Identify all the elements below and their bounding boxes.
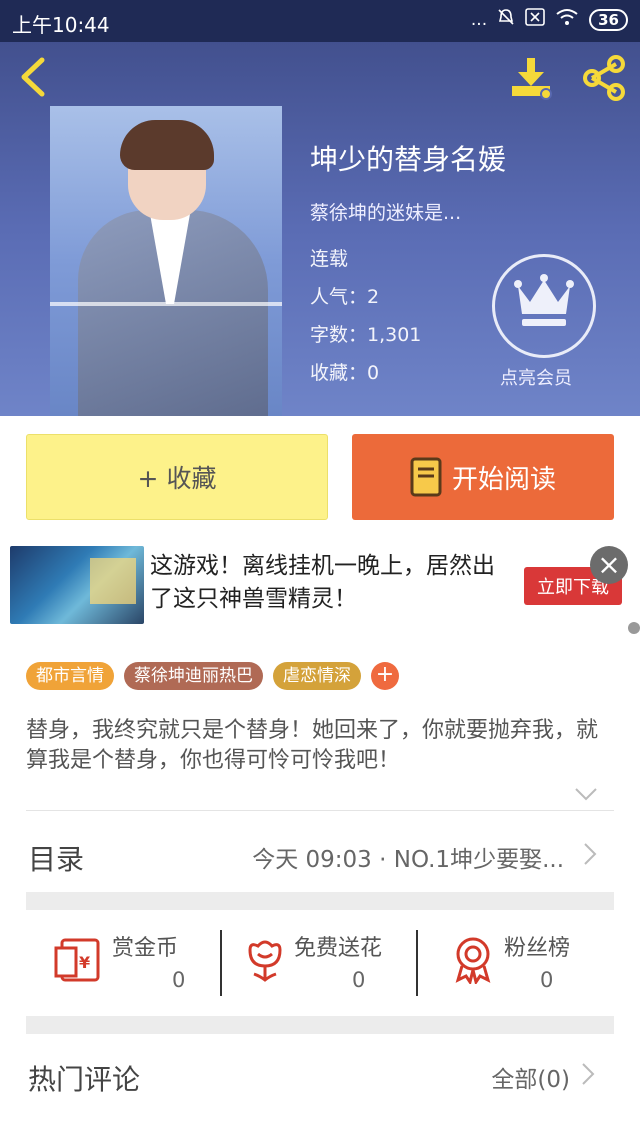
reward-coins-button[interactable]: ¥ 赏金币 0 — [54, 924, 224, 1000]
fan-ranking-count: 0 — [540, 968, 554, 992]
share-icon — [583, 55, 625, 101]
add-tag-button[interactable]: + — [371, 662, 399, 690]
download-button[interactable] — [510, 56, 556, 100]
book-title: 坤少的替身名媛 — [310, 143, 507, 176]
red-envelope-icon: ¥ — [54, 938, 100, 982]
battery-icon: 36 — [589, 8, 628, 31]
chevron-down-icon[interactable] — [574, 786, 598, 802]
back-button[interactable] — [14, 56, 54, 98]
vip-label: 点亮会员 — [500, 368, 572, 389]
reward-coins-label: 赏金币 — [112, 936, 179, 961]
status-bar: 上午10:44 ... 36 — [0, 0, 640, 42]
free-flower-count: 0 — [352, 968, 366, 992]
ad-image — [10, 546, 144, 624]
tag-item[interactable]: 蔡徐坤迪丽热巴 — [124, 662, 263, 690]
book-icon — [410, 457, 442, 497]
reward-coins-count: 0 — [172, 968, 186, 992]
book-subtitle: 蔡徐坤的迷妹是... — [310, 202, 462, 224]
ad-close-button[interactable]: × — [590, 546, 628, 584]
section-separator — [26, 1016, 614, 1034]
crown-icon — [512, 272, 576, 332]
flower-icon — [248, 940, 282, 982]
status-icons: ... 36 — [471, 8, 628, 31]
support-bar: ¥ 赏金币 0 免费送花 0 粉丝榜 0 — [26, 924, 614, 1000]
share-button[interactable] — [580, 54, 628, 102]
book-header: 上午10:44 ... 36 坤少的替身名媛 蔡徐坤的迷妹是... 连载 人气：… — [0, 0, 640, 416]
book-status: 连载 — [310, 248, 349, 270]
ad-info-icon — [628, 622, 640, 634]
chevron-left-icon — [21, 57, 45, 97]
divider — [416, 930, 418, 996]
svg-text:¥: ¥ — [79, 953, 90, 972]
free-flower-label: 免费送花 — [294, 936, 383, 961]
favorite-button[interactable]: + 收藏 — [26, 434, 328, 520]
book-word-count: 字数：1,301 — [310, 324, 422, 346]
all-comments-link[interactable]: 全部(0) — [491, 1060, 570, 1094]
medal-icon — [455, 937, 491, 984]
book-favorites: 收藏：0 — [310, 362, 380, 384]
toc-latest-chapter: 今天 09:03 · NO.1坤少要娶... — [252, 847, 564, 873]
book-cover[interactable] — [50, 106, 282, 416]
start-reading-label: 开始阅读 — [451, 464, 556, 495]
fan-ranking-label: 粉丝榜 — [504, 936, 571, 961]
status-time: 上午10:44 — [12, 13, 110, 37]
divider — [220, 930, 222, 996]
start-reading-button[interactable]: 开始阅读 — [352, 434, 614, 520]
signal-icon: ... — [470, 9, 488, 30]
toc-label: 目录 — [28, 843, 85, 876]
hot-comments-title: 热门评论 — [28, 1063, 141, 1096]
tag-item[interactable]: 虐恋情深 — [273, 662, 361, 690]
book-description: 替身，我终究就只是个替身！她回来了，你就要抛弃我，就算我是个替身，你也得可怜可怜… — [26, 718, 599, 773]
tag-list: 都市言情 蔡徐坤迪丽热巴 虐恋情深 + — [26, 662, 399, 690]
ad-text: 这游戏！离线挂机一晚上，居然出了这只神兽雪精灵！ — [150, 553, 495, 612]
plus-icon: + — [375, 662, 395, 687]
book-popularity: 人气：2 — [310, 286, 380, 308]
fan-ranking-button[interactable]: 粉丝榜 0 — [448, 924, 614, 1000]
tag-item[interactable]: 都市言情 — [26, 662, 114, 690]
chevron-right-icon — [584, 843, 597, 865]
favorite-button-label: + 收藏 — [137, 464, 217, 493]
notification-box-icon — [525, 8, 545, 31]
divider — [26, 810, 614, 811]
chevron-right-icon[interactable] — [580, 1062, 596, 1086]
wifi-icon — [555, 8, 579, 31]
close-icon: × — [597, 548, 621, 581]
mute-icon — [497, 8, 515, 31]
download-icon — [512, 58, 552, 100]
free-flower-button[interactable]: 免费送花 0 — [240, 924, 420, 1000]
section-separator — [26, 892, 614, 910]
